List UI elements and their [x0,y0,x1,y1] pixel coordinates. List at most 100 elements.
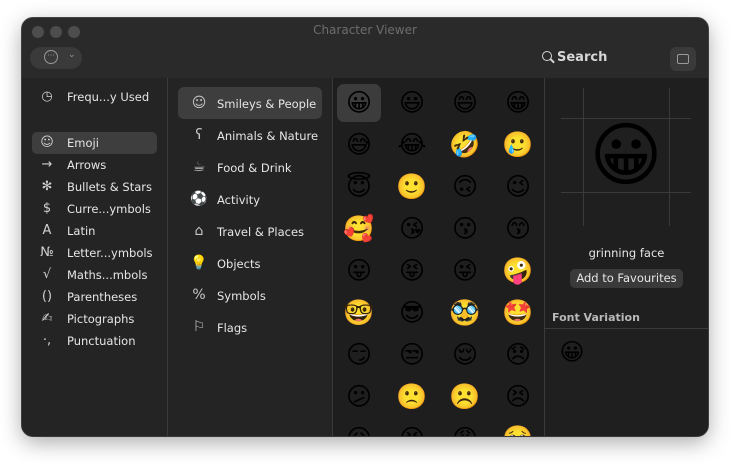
emoji-cell[interactable]: 😖 [337,420,381,436]
group-item-animals-nature[interactable]: ʕ Animals & Nature [178,119,322,151]
emoji-cell[interactable]: 😇 [337,168,381,206]
emoji-cell[interactable]: 😁 [496,84,540,122]
emoji-cell[interactable]: 😕 [337,378,381,416]
sidebar-item-label: Arrows [67,158,107,172]
sidebar-item-letter-ymbols[interactable]: № Letter...ymbols [32,242,157,264]
group-item-flags[interactable]: ⚐ Flags [178,311,322,343]
sidebar-item-arrows[interactable]: → Arrows [32,154,157,176]
chevron-down-icon: ⌄ [68,50,76,60]
group-item-travel-places[interactable]: ⌂ Travel & Places [178,215,322,247]
sidebar-item-maths-mbols[interactable]: √ Maths...mbols [32,264,157,286]
group-item-objects[interactable]: 💡 Objects [178,247,322,279]
cup-icon: ☕ [192,159,206,175]
window-title: Character Viewer [313,23,417,37]
emoji-cell[interactable]: 😙 [496,210,540,248]
add-to-favourites-button[interactable]: Add to Favourites [570,269,683,288]
emoji-cell[interactable]: 😫 [390,420,434,436]
group-item-label: Objects [217,257,261,271]
emoji-cell[interactable]: 😏 [337,336,381,374]
sidebar-toggle-button[interactable] [670,47,696,71]
emoji-cell[interactable]: 🥰 [337,210,381,248]
ellipsis-icon: ··· [44,50,58,64]
emoji-cell[interactable]: 😂 [390,126,434,164]
emoji-cell[interactable]: 😝 [390,252,434,290]
emoji-cell[interactable]: 😄 [443,84,487,122]
action-menu-button[interactable]: ··· ⌄ [30,47,82,69]
ball-icon: ⚽ [190,191,208,207]
group-item-smileys-people[interactable]: ☺ Smileys & People [178,87,322,119]
clock-icon: ◷ [41,89,53,104]
group-item-symbols[interactable]: % Symbols [178,279,322,311]
sidebar-item-latin[interactable]: A Latin [32,220,157,242]
group-item-food-drink[interactable]: ☕ Food & Drink [178,151,322,183]
sidebar-item-pictographs[interactable]: ✍ Pictographs [32,308,157,330]
sidebar-item-label: Maths...mbols [67,268,148,282]
group-item-activity[interactable]: ⚽ Activity [178,183,322,215]
preview-glyph: 😀 [589,114,663,196]
punctuation-icon: ·, [42,333,52,348]
emoji-cell[interactable]: 🤓 [337,294,381,332]
parentheses-icon: () [41,289,53,304]
emoji-cell[interactable]: 😃 [390,84,434,122]
search-icon [542,51,552,61]
sidebar-item-label: Latin [67,224,96,238]
bulb-icon: 💡 [190,255,208,271]
square-root-icon: √ [42,267,52,282]
emoji-cell[interactable]: 😣 [496,378,540,416]
bear-icon: ʕ [195,127,203,143]
emoji-cell[interactable]: 😉 [496,168,540,206]
sidebar-item-frequ-y-used[interactable]: ◷ Frequ...y Used [32,86,157,108]
sidebar-item-label: Parentheses [67,290,138,304]
group-item-label: Travel & Places [217,225,305,239]
detail-panel: 😀 grinning face Add to Favourites Font V… [545,78,708,436]
arrow-icon: → [41,157,53,172]
letter-a-icon: A [42,223,52,238]
sidebar-item-bullets-stars[interactable]: ✻ Bullets & Stars [32,176,157,198]
emoji-cell[interactable]: 😘 [390,210,434,248]
emoji-cell[interactable]: 😩 [443,420,487,436]
emoji-cell[interactable]: 🤪 [496,252,540,290]
sidebar-item-label: Curre...ymbols [67,202,151,216]
glyph-preview: 😀 [561,88,691,226]
sidebar-icon [677,54,689,64]
divider [545,328,708,329]
emoji-cell[interactable]: 😀 [337,84,381,122]
title-bar: Character Viewer ··· ⌄ Search [22,18,708,78]
emoji-cell[interactable]: 🥺 [496,420,540,436]
emoji-cell[interactable]: 🙂 [390,168,434,206]
dollar-icon: $ [42,201,52,216]
sidebar-item-label: Letter...ymbols [67,246,153,260]
search-field[interactable]: Search [542,50,607,65]
emoji-cell[interactable]: 😌 [443,336,487,374]
building-icon: ⌂ [194,223,204,239]
emoji-cell[interactable]: 🤣 [443,126,487,164]
emoji-cell[interactable]: 🙃 [443,168,487,206]
emoji-cell[interactable]: 😒 [390,336,434,374]
emoji-cell[interactable]: 😎 [390,294,434,332]
emoji-cell[interactable]: 😗 [443,210,487,248]
character-name: grinning face [588,246,665,260]
sidebar-item-label: Bullets & Stars [67,180,152,194]
numero-icon: № [40,245,54,260]
sidebar-item-punctuation[interactable]: ·, Punctuation [32,330,157,352]
sidebar-item-label: Pictographs [67,312,135,326]
emoji-cell[interactable]: ☹️ [443,378,487,416]
sidebar-item-parentheses[interactable]: () Parentheses [32,286,157,308]
sidebar-item-curre-ymbols[interactable]: $ Curre...ymbols [32,198,157,220]
emoji-cell[interactable]: 🙁 [390,378,434,416]
character-viewer-window: Character Viewer ··· ⌄ Search ◷ Frequ...y… [22,18,708,436]
emoji-cell[interactable]: 🥸 [443,294,487,332]
sidebar-item-label: Emoji [67,136,99,150]
emoji-cell[interactable]: 😅 [337,126,381,164]
symbols-icon: % [192,287,206,303]
emoji-cell[interactable]: 🤩 [496,294,540,332]
emoji-cell[interactable]: 😞 [496,336,540,374]
flag-icon: ⚐ [192,319,206,335]
emoji-cell[interactable]: 🥲 [496,126,540,164]
font-variant-cell[interactable]: 😀 [555,335,589,369]
emoji-cell[interactable]: 😛 [337,252,381,290]
smiley-icon: ☺ [191,95,207,111]
emoji-cell[interactable]: 😜 [443,252,487,290]
group-item-label: Food & Drink [217,161,292,175]
sidebar-item-emoji[interactable]: ☺ Emoji [32,132,157,154]
